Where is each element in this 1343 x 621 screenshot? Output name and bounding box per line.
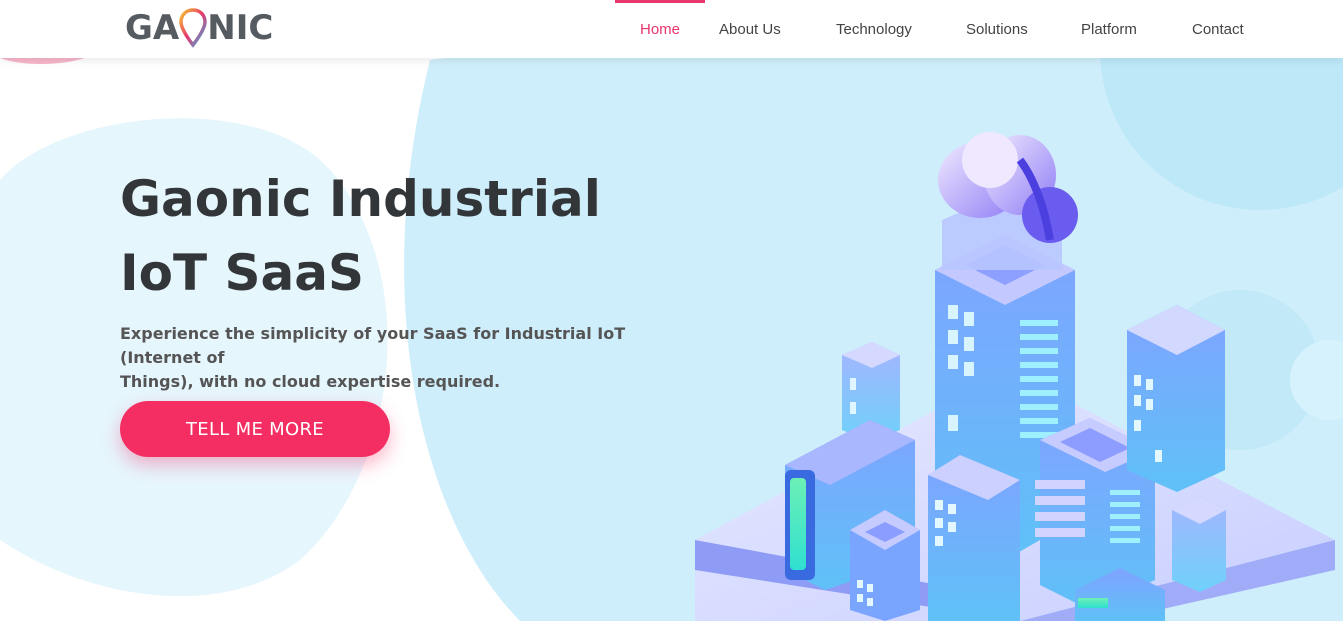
nav-about-us[interactable]: About Us — [719, 0, 781, 58]
logo-text-left: GA — [125, 8, 180, 48]
nav-home[interactable]: Home — [615, 0, 705, 58]
background-pink-arc — [0, 58, 85, 64]
location-pin-icon — [179, 8, 207, 48]
nav-solutions[interactable]: Solutions — [966, 0, 1028, 58]
nav-platform[interactable]: Platform — [1081, 0, 1137, 58]
hero-subtitle-line-2: Things), with no cloud expertise require… — [120, 372, 501, 391]
site-header: GA NIC Home About Us Technology Solution… — [0, 0, 1343, 58]
tell-me-more-button[interactable]: TELL ME MORE — [120, 401, 390, 457]
brand-logo[interactable]: GA NIC — [125, 8, 273, 48]
isometric-smart-city-illustration — [695, 132, 1335, 621]
hero-subtitle-line-1: Experience the simplicity of your SaaS f… — [120, 324, 626, 367]
hero-title-line-2: IoT SaaS — [120, 244, 364, 302]
hero-title-line-1: Gaonic Industrial — [120, 170, 601, 228]
logo-text-right: NIC — [207, 8, 274, 48]
hero-subtitle: Experience the simplicity of your SaaS f… — [120, 322, 680, 394]
hero-title: Gaonic Industrial IoT SaaS — [120, 162, 640, 310]
nav-technology[interactable]: Technology — [836, 0, 912, 58]
nav-contact[interactable]: Contact — [1192, 0, 1244, 58]
